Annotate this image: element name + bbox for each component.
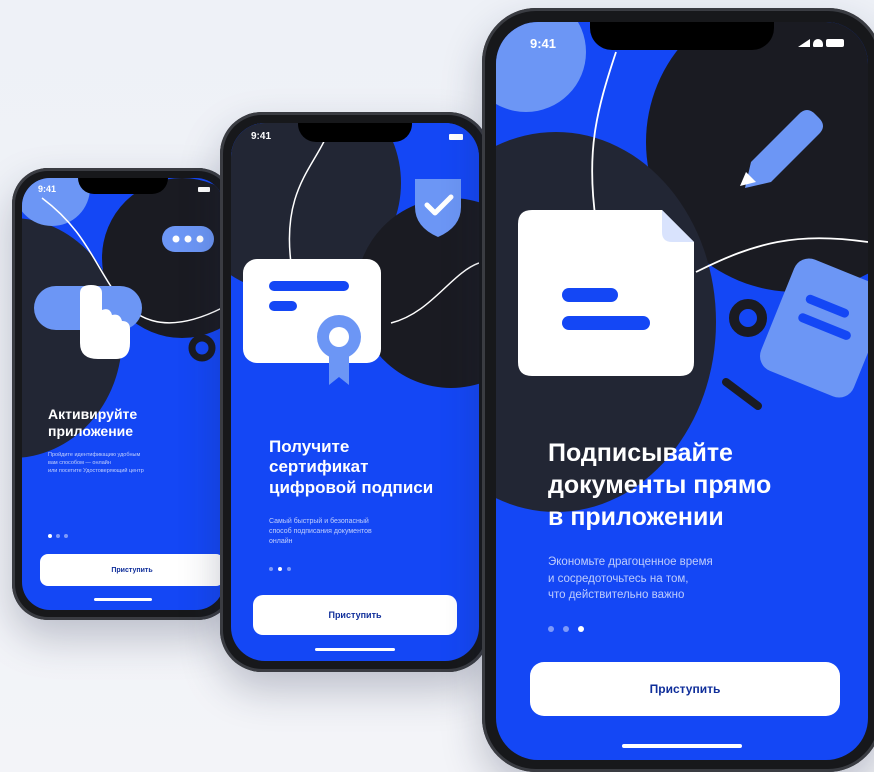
status-time: 9:41	[38, 184, 57, 194]
page-indicator[interactable]	[548, 626, 584, 632]
screen-title: Активируйте приложение	[48, 406, 138, 439]
onboarding-screen-3: 9:41 Подписывайте документы прямо в прил…	[496, 22, 868, 760]
screen-subtitle: Самый быстрый и безопасный способ подпис…	[269, 518, 372, 546]
page-dot-2[interactable]	[563, 626, 569, 632]
status-time: 9:41	[251, 131, 272, 142]
onboarding-screen-2: 9:41 Получите сертификат цифровой подпис…	[231, 123, 479, 661]
page-indicator[interactable]	[269, 567, 291, 571]
certificate-illustration	[231, 123, 479, 423]
notch	[298, 123, 412, 142]
start-button[interactable]: Приступить	[40, 554, 224, 586]
notch	[78, 178, 168, 194]
signal-icons	[449, 134, 463, 140]
page-dot-3[interactable]	[287, 567, 291, 571]
signal-icon	[798, 39, 810, 47]
start-button[interactable]: Приступить	[530, 662, 840, 716]
phone-mockup-2: 9:41 Получите сертификат цифровой подпис…	[220, 112, 490, 672]
screen-subtitle: Экономьте драгоценное время и сосредоточ…	[548, 556, 713, 602]
phone-mockup-3: 9:41 Подписывайте документы прямо в прил…	[482, 8, 874, 772]
page-dot-1[interactable]	[269, 567, 273, 571]
battery-icon	[826, 39, 844, 47]
page-dot-3[interactable]	[64, 534, 68, 538]
page-dot-1[interactable]	[548, 626, 554, 632]
onboarding-screen-1: 9:41 Активируйте приложение Пройдите иде…	[22, 178, 224, 610]
notch	[590, 22, 774, 50]
screen-title: Получите сертификат цифровой подписи	[269, 437, 434, 497]
activation-illustration	[22, 178, 224, 458]
signal-icons	[198, 187, 210, 192]
page-indicator[interactable]	[48, 534, 68, 538]
start-button[interactable]: Приступить	[253, 595, 457, 635]
home-indicator	[315, 648, 395, 651]
page-dot-3[interactable]	[578, 626, 584, 632]
page-dot-2[interactable]	[56, 534, 60, 538]
wifi-icon	[813, 39, 823, 47]
signal-icons	[798, 39, 844, 47]
home-indicator	[94, 598, 152, 601]
home-indicator	[622, 744, 742, 748]
document-sign-illustration	[496, 22, 868, 512]
page-dot-1[interactable]	[48, 534, 52, 538]
phone-mockup-1: 9:41 Активируйте приложение Пройдите иде…	[12, 168, 234, 620]
status-time: 9:41	[530, 36, 557, 51]
page-dot-2[interactable]	[278, 567, 282, 571]
screen-title: Подписывайте документы прямо в приложени…	[548, 439, 772, 531]
screen-subtitle: Пройдите идентификацию удобным вам спосо…	[48, 452, 144, 474]
